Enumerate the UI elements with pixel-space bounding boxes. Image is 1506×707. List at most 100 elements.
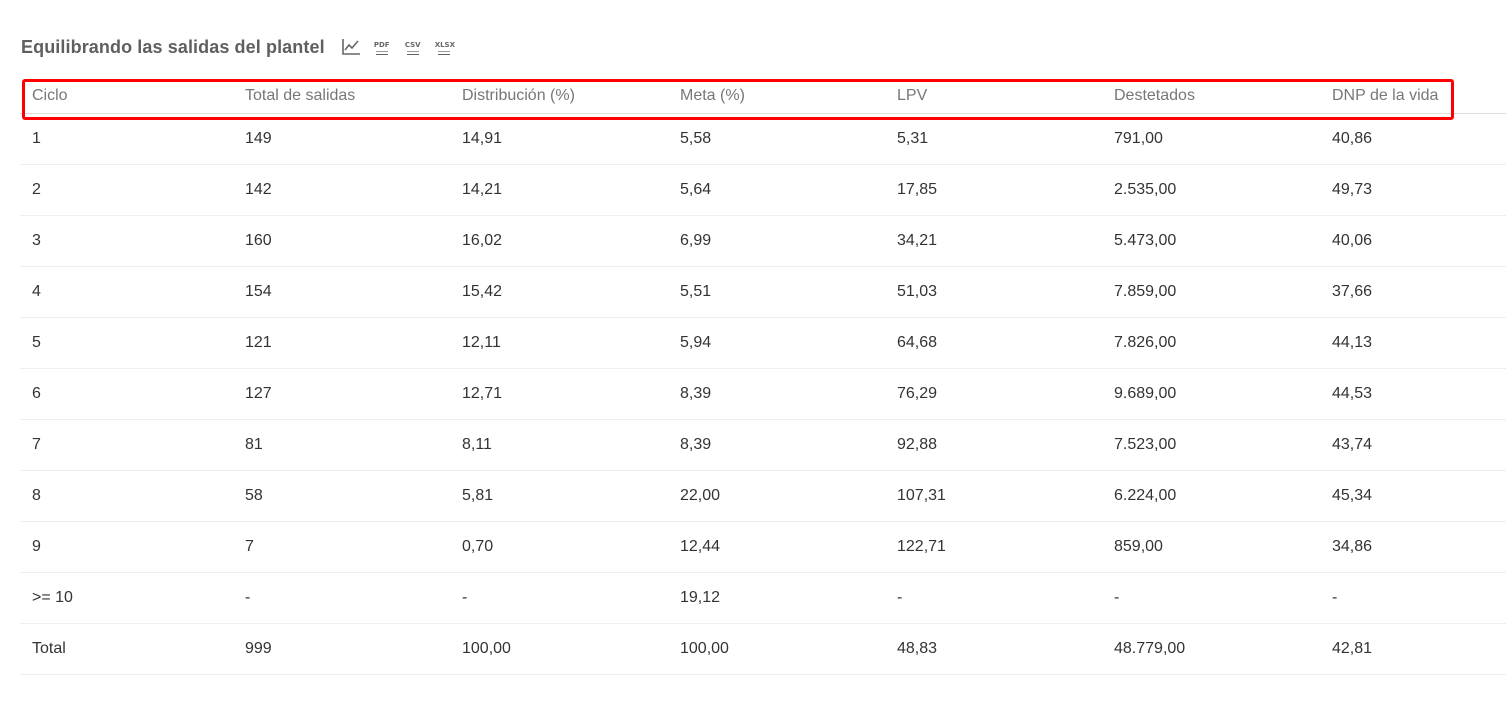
table-cell: 7 xyxy=(233,521,450,573)
table-cell: 5,51 xyxy=(668,266,885,318)
table-row: 2 142 14,21 5,64 17,85 2.535,00 49,73 xyxy=(20,164,1506,216)
data-table: Ciclo Total de salidas Distribución (%) … xyxy=(20,79,1506,675)
column-header-destetados[interactable]: Destetados xyxy=(1102,79,1320,114)
table-cell: 5,94 xyxy=(668,317,885,369)
table-cell: - xyxy=(1320,572,1506,624)
table-cell: 142 xyxy=(233,164,450,216)
table-cell: 121 xyxy=(233,317,450,369)
table-cell: 149 xyxy=(233,113,450,165)
csv-icon-label: CSV xyxy=(404,41,421,49)
table-cell: 49,73 xyxy=(1320,164,1506,216)
table-cell: 34,86 xyxy=(1320,521,1506,573)
table-cell: 9 xyxy=(20,521,233,573)
table-cell: 6.224,00 xyxy=(1102,470,1320,522)
table-cell: 160 xyxy=(233,215,450,267)
column-header-lpv[interactable]: LPV xyxy=(885,79,1102,114)
table-cell: >= 10 xyxy=(20,572,233,624)
table-cell: - xyxy=(233,572,450,624)
table-cell: 127 xyxy=(233,368,450,420)
table-row: 4 154 15,42 5,51 51,03 7.859,00 37,66 xyxy=(20,266,1506,318)
chart-icon[interactable] xyxy=(341,36,361,58)
page-title: Equilibrando las salidas del plantel xyxy=(21,36,325,57)
table-row: >= 10- -19,12- - - xyxy=(20,572,1506,624)
table-cell: 19,12 xyxy=(668,572,885,624)
table-cell: 48.779,00 xyxy=(1102,623,1320,675)
table-cell: 81 xyxy=(233,419,450,471)
table-cell: 100,00 xyxy=(668,623,885,675)
table-cell: 92,88 xyxy=(885,419,1102,471)
table-cell: - xyxy=(1102,572,1320,624)
header-row: Ciclo Total de salidas Distribución (%) … xyxy=(20,79,1506,114)
table-cell: 1 xyxy=(20,113,233,165)
table-cell: 100,00 xyxy=(450,623,668,675)
table-row: 9 7 0,70 12,44 122,71 859,00 34,86 xyxy=(20,521,1506,573)
table-row: 1 149 14,91 5,58 5,31 791,00 40,86 xyxy=(20,113,1506,165)
table-cell: 5,81 xyxy=(450,470,668,522)
table-cell: 45,34 xyxy=(1320,470,1506,522)
table-cell: 40,86 xyxy=(1320,113,1506,165)
table-row: 3 160 16,02 6,99 34,21 5.473,00 40,06 xyxy=(20,215,1506,267)
csv-icon[interactable]: CSV xyxy=(403,36,423,58)
table-cell: - xyxy=(885,572,1102,624)
table-cell: 15,42 xyxy=(450,266,668,318)
table-cell: 7.523,00 xyxy=(1102,419,1320,471)
column-header-dnp-vida[interactable]: DNP de la vida xyxy=(1320,79,1506,114)
column-header-ciclo[interactable]: Ciclo xyxy=(20,79,233,114)
table-cell: 791,00 xyxy=(1102,113,1320,165)
table-cell: 122,71 xyxy=(885,521,1102,573)
table-cell: 12,44 xyxy=(668,521,885,573)
table-cell: 76,29 xyxy=(885,368,1102,420)
table-cell: 5,31 xyxy=(885,113,1102,165)
table-cell: 999 xyxy=(233,623,450,675)
export-toolbar: PDF CSV XLSX xyxy=(341,36,455,58)
table-cell: 5 xyxy=(20,317,233,369)
table-cell: 14,91 xyxy=(450,113,668,165)
column-header-distribucion[interactable]: Distribución (%) xyxy=(450,79,668,114)
table-cell: 8,39 xyxy=(668,368,885,420)
table-cell: 22,00 xyxy=(668,470,885,522)
table-cell: - xyxy=(450,572,668,624)
table-cell: 14,21 xyxy=(450,164,668,216)
table-cell: 8,39 xyxy=(668,419,885,471)
table-cell: 5.473,00 xyxy=(1102,215,1320,267)
table-cell: 6 xyxy=(20,368,233,420)
table-header: Ciclo Total de salidas Distribución (%) … xyxy=(20,79,1506,114)
table-cell: 51,03 xyxy=(885,266,1102,318)
column-header-total-salidas[interactable]: Total de salidas xyxy=(233,79,450,114)
table-cell: Total xyxy=(20,623,233,675)
table-total-row: Total 999 100,00 100,00 48,83 48.779,00 42,81 xyxy=(20,623,1506,675)
table-cell: 58 xyxy=(233,470,450,522)
table-cell: 107,31 xyxy=(885,470,1102,522)
table-cell: 64,68 xyxy=(885,317,1102,369)
table-row: 7 81 8,11 8,39 92,88 7.523,00 43,74 xyxy=(20,419,1506,471)
table-cell: 40,06 xyxy=(1320,215,1506,267)
column-header-meta[interactable]: Meta (%) xyxy=(668,79,885,114)
table-cell: 8,11 xyxy=(450,419,668,471)
table-row: 8 58 5,81 22,00 107,31 6.224,00 45,34 xyxy=(20,470,1506,522)
table-row: 6 127 12,71 8,39 76,29 9.689,00 44,53 xyxy=(20,368,1506,420)
table-cell: 859,00 xyxy=(1102,521,1320,573)
table-cell: 7 xyxy=(20,419,233,471)
table-cell: 12,71 xyxy=(450,368,668,420)
table-cell: 44,13 xyxy=(1320,317,1506,369)
xlsx-icon[interactable]: XLSX xyxy=(434,36,455,58)
table-cell: 2 xyxy=(20,164,233,216)
table-cell: 7.826,00 xyxy=(1102,317,1320,369)
table-cell: 37,66 xyxy=(1320,266,1506,318)
table-cell: 3 xyxy=(20,215,233,267)
title-row: Equilibrando las salidas del plantel PDF… xyxy=(21,33,455,61)
table-row: 5 121 12,11 5,94 64,68 7.826,00 44,13 xyxy=(20,317,1506,369)
table-cell: 0,70 xyxy=(450,521,668,573)
table-cell: 17,85 xyxy=(885,164,1102,216)
table-cell: 34,21 xyxy=(885,215,1102,267)
table-cell: 5,58 xyxy=(668,113,885,165)
table-cell: 2.535,00 xyxy=(1102,164,1320,216)
report-panel: Equilibrando las salidas del plantel PDF… xyxy=(0,0,1506,707)
xlsx-icon-label: XLSX xyxy=(434,41,455,49)
table-cell: 43,74 xyxy=(1320,419,1506,471)
table-cell: 44,53 xyxy=(1320,368,1506,420)
pdf-icon[interactable]: PDF xyxy=(372,36,392,58)
table-body: 1 149 14,91 5,58 5,31 791,00 40,86 2 142 14,21 5,6… xyxy=(20,113,1506,675)
table-cell: 7.859,00 xyxy=(1102,266,1320,318)
table-cell: 154 xyxy=(233,266,450,318)
